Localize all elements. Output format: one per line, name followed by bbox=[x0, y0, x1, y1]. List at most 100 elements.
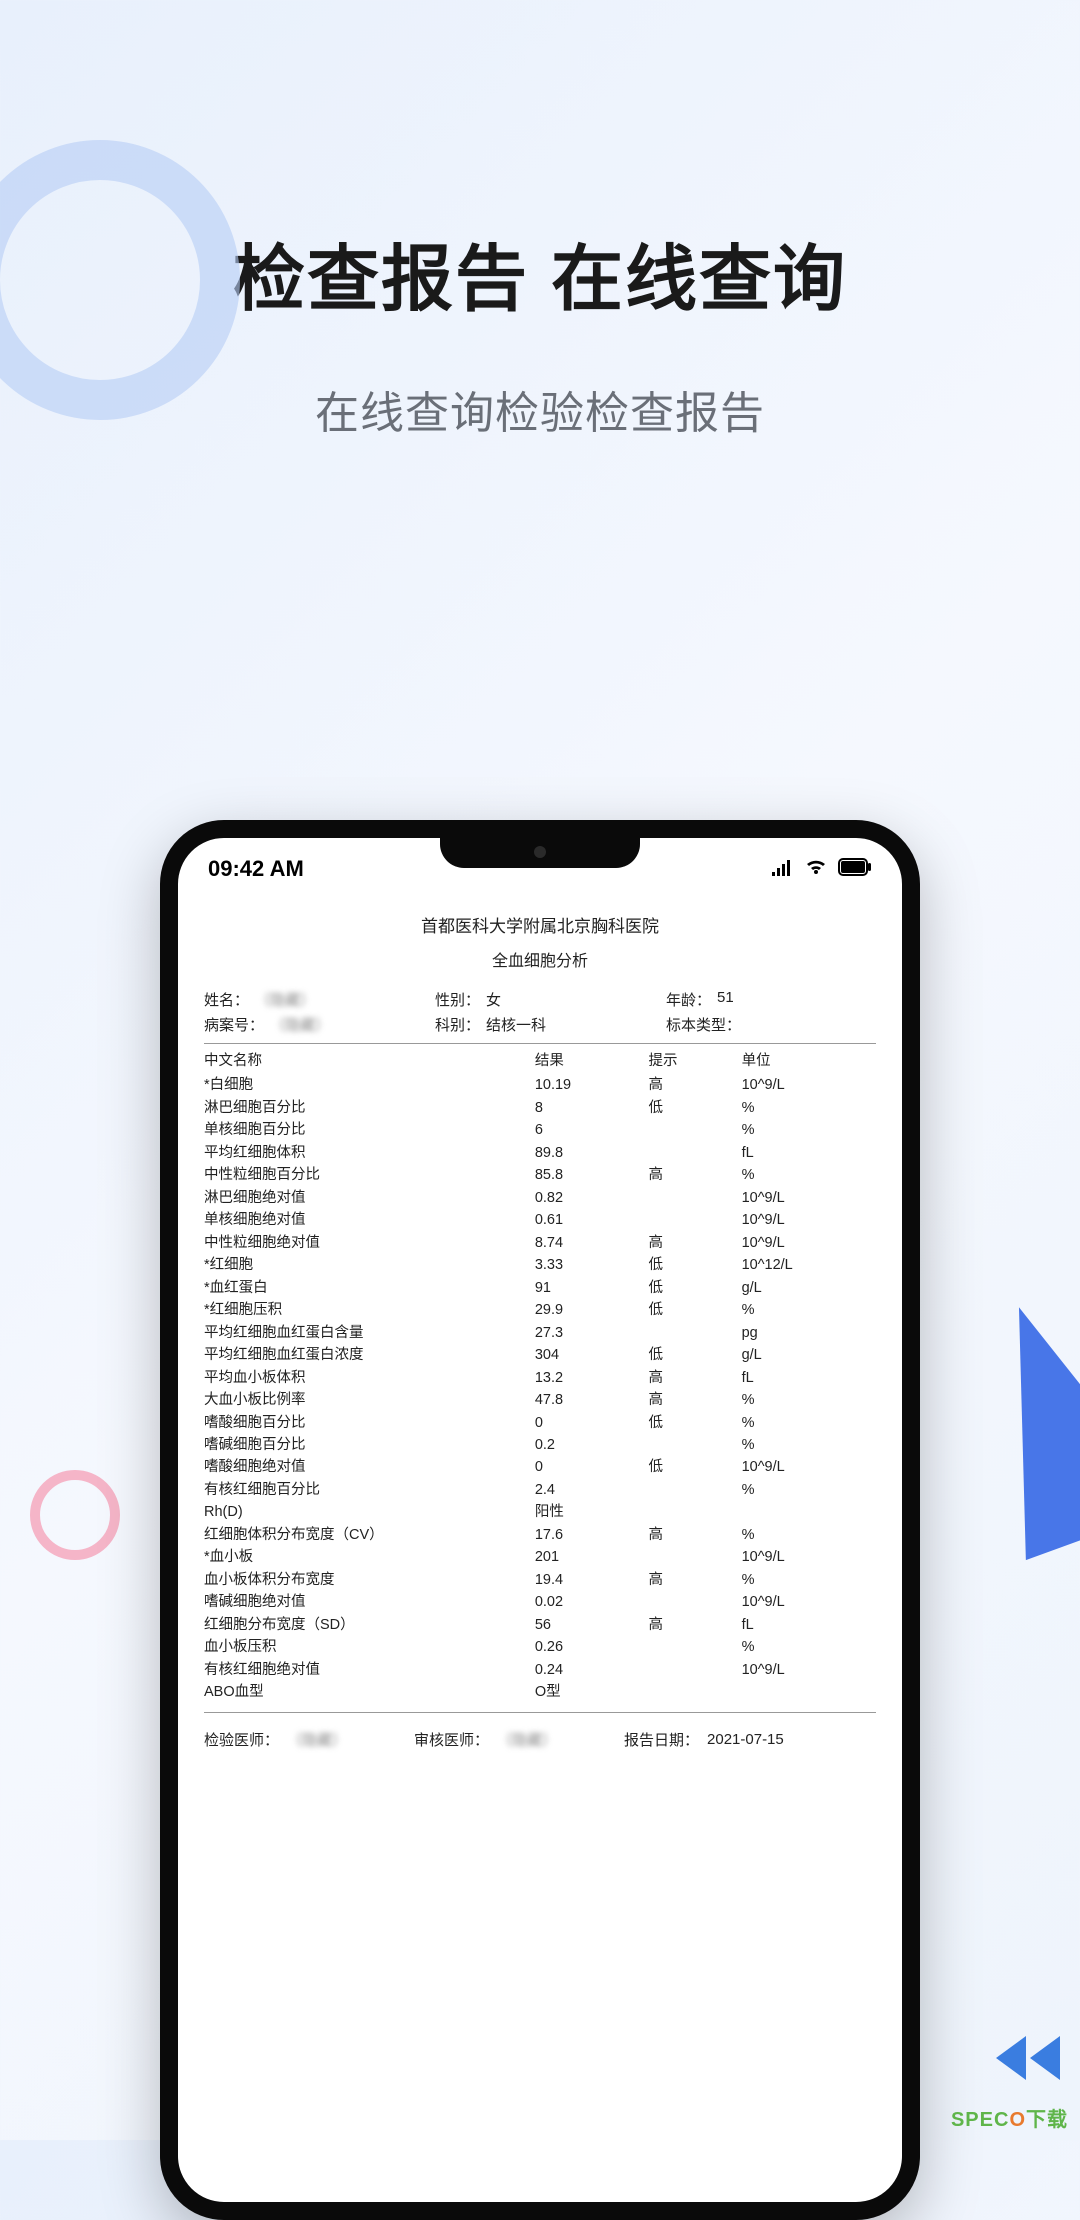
cell-flag bbox=[649, 1681, 742, 1703]
table-row: 嗜碱细胞绝对值0.0210^9/L bbox=[204, 1591, 876, 1613]
cell-result: 10.19 bbox=[535, 1074, 649, 1096]
battery-icon bbox=[838, 856, 872, 882]
label-reviewer: 审核医师： bbox=[414, 1729, 489, 1750]
cell-result: 201 bbox=[535, 1546, 649, 1568]
cell-name: 平均红细胞血红蛋白含量 bbox=[204, 1322, 535, 1344]
table-row: 淋巴细胞绝对值0.8210^9/L bbox=[204, 1187, 876, 1209]
table-row: 中性粒细胞绝对值8.74高10^9/L bbox=[204, 1232, 876, 1254]
hospital-name: 首都医科大学附属北京胸科医院 bbox=[204, 912, 876, 937]
cell-name: *红细胞 bbox=[204, 1254, 535, 1276]
table-row: 淋巴细胞百分比8低% bbox=[204, 1097, 876, 1119]
lab-report[interactable]: 首都医科大学附属北京胸科医院 全血细胞分析 姓名：（隐藏） 性别：女 年龄：51… bbox=[178, 892, 902, 1770]
watermark-suffix: 下载 bbox=[1026, 2109, 1068, 2131]
cell-flag bbox=[649, 1479, 742, 1501]
cell-name: 大血小板比例率 bbox=[204, 1389, 535, 1411]
cell-result: 0.26 bbox=[535, 1636, 649, 1658]
table-row: 单核细胞百分比6% bbox=[204, 1119, 876, 1141]
cell-flag bbox=[649, 1591, 742, 1613]
cell-flag: 低 bbox=[649, 1344, 742, 1366]
cell-flag: 低 bbox=[649, 1097, 742, 1119]
cell-flag: 高 bbox=[649, 1164, 742, 1186]
table-row: 血小板体积分布宽度19.4高% bbox=[204, 1569, 876, 1591]
cell-result: 0 bbox=[535, 1456, 649, 1478]
cell-unit bbox=[742, 1681, 876, 1703]
cell-name: 平均血小板体积 bbox=[204, 1367, 535, 1389]
watermark: SPECO下载 bbox=[951, 2103, 1068, 2132]
cell-unit: % bbox=[742, 1479, 876, 1501]
cell-name: 中性粒细胞绝对值 bbox=[204, 1232, 535, 1254]
cell-result: 0.82 bbox=[535, 1187, 649, 1209]
cell-flag: 低 bbox=[649, 1299, 742, 1321]
cell-result: 85.8 bbox=[535, 1164, 649, 1186]
table-row: Rh(D)阳性 bbox=[204, 1501, 876, 1523]
patient-name: （隐藏） bbox=[255, 989, 315, 1010]
cell-name: 中性粒细胞百分比 bbox=[204, 1164, 535, 1186]
patient-dept: 结核一科 bbox=[486, 1014, 546, 1035]
cell-flag: 高 bbox=[649, 1232, 742, 1254]
cell-flag bbox=[649, 1659, 742, 1681]
phone-frame: 09:42 AM 首都医科大学附属北京胸科医院 全血细胞分析 姓名：（隐藏） 性… bbox=[160, 820, 920, 2220]
cell-result: 0 bbox=[535, 1412, 649, 1434]
decorative-triangle bbox=[944, 1280, 1080, 1560]
report-type: 全血细胞分析 bbox=[204, 947, 876, 971]
patient-age: 51 bbox=[717, 989, 734, 1010]
cell-result: 阳性 bbox=[535, 1501, 649, 1523]
cell-unit: % bbox=[742, 1164, 876, 1186]
table-row: 平均血小板体积13.2高fL bbox=[204, 1367, 876, 1389]
label-name: 姓名： bbox=[204, 989, 249, 1010]
report-footer: 检验医师：（隐藏） 审核医师：（隐藏） 报告日期：2021-07-15 bbox=[204, 1729, 876, 1750]
cell-name: ABO血型 bbox=[204, 1681, 535, 1703]
cell-flag: 低 bbox=[649, 1412, 742, 1434]
label-dept: 科别： bbox=[435, 1014, 480, 1035]
cell-unit: 10^9/L bbox=[742, 1456, 876, 1478]
cell-result: 19.4 bbox=[535, 1569, 649, 1591]
cell-result: O型 bbox=[535, 1681, 649, 1703]
cell-result: 17.6 bbox=[535, 1524, 649, 1546]
cell-name: 嗜碱细胞绝对值 bbox=[204, 1591, 535, 1613]
table-row: *血小板20110^9/L bbox=[204, 1546, 876, 1568]
cell-name: 有核红细胞百分比 bbox=[204, 1479, 535, 1501]
table-row: 中性粒细胞百分比85.8高% bbox=[204, 1164, 876, 1186]
table-row: 嗜酸细胞百分比0低% bbox=[204, 1412, 876, 1434]
table-header: 中文名称 结果 提示 单位 bbox=[204, 1050, 876, 1072]
table-row: 平均红细胞血红蛋白含量27.3pg bbox=[204, 1322, 876, 1344]
status-time: 09:42 AM bbox=[208, 856, 304, 882]
col-result: 结果 bbox=[535, 1050, 649, 1072]
cell-unit: % bbox=[742, 1097, 876, 1119]
cell-unit: 10^9/L bbox=[742, 1209, 876, 1231]
cell-name: *血红蛋白 bbox=[204, 1277, 535, 1299]
cell-unit: % bbox=[742, 1119, 876, 1141]
cell-flag bbox=[649, 1546, 742, 1568]
cell-unit: % bbox=[742, 1569, 876, 1591]
cell-flag bbox=[649, 1209, 742, 1231]
cell-name: 单核细胞百分比 bbox=[204, 1119, 535, 1141]
cell-result: 0.61 bbox=[535, 1209, 649, 1231]
cell-name: 嗜酸细胞百分比 bbox=[204, 1412, 535, 1434]
table-row: 单核细胞绝对值0.6110^9/L bbox=[204, 1209, 876, 1231]
cell-unit: 10^9/L bbox=[742, 1187, 876, 1209]
cell-unit: pg bbox=[742, 1322, 876, 1344]
cell-result: 56 bbox=[535, 1614, 649, 1636]
cell-result: 2.4 bbox=[535, 1479, 649, 1501]
cell-name: 血小板压积 bbox=[204, 1636, 535, 1658]
cell-unit: 10^12/L bbox=[742, 1254, 876, 1276]
cell-flag bbox=[649, 1434, 742, 1456]
cell-name: 淋巴细胞百分比 bbox=[204, 1097, 535, 1119]
watermark-prefix: SPEC bbox=[951, 2109, 1009, 2131]
cell-name: 红细胞体积分布宽度（CV） bbox=[204, 1524, 535, 1546]
cell-result: 91 bbox=[535, 1277, 649, 1299]
table-row: 血小板压积0.26% bbox=[204, 1636, 876, 1658]
cell-flag: 高 bbox=[649, 1614, 742, 1636]
table-row: 红细胞分布宽度（SD）56高fL bbox=[204, 1614, 876, 1636]
cell-unit: 10^9/L bbox=[742, 1591, 876, 1613]
cell-flag bbox=[649, 1322, 742, 1344]
cell-flag bbox=[649, 1187, 742, 1209]
table-row: 平均红细胞血红蛋白浓度304低g/L bbox=[204, 1344, 876, 1366]
cell-flag bbox=[649, 1636, 742, 1658]
label-specimen: 标本类型： bbox=[666, 1014, 741, 1035]
phone-notch bbox=[440, 836, 640, 868]
col-unit: 单位 bbox=[742, 1050, 876, 1072]
cell-result: 0.24 bbox=[535, 1659, 649, 1681]
cell-result: 8.74 bbox=[535, 1232, 649, 1254]
cell-result: 3.33 bbox=[535, 1254, 649, 1276]
